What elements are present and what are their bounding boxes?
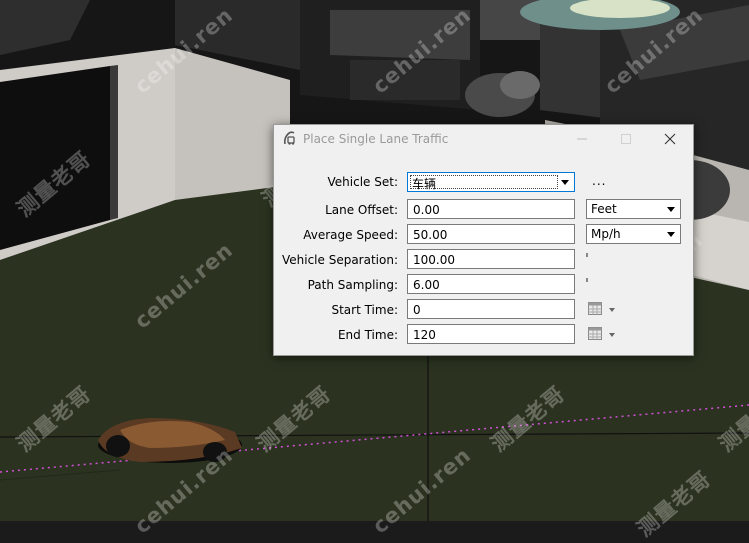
average-speed-unit-value: Mp/h (591, 227, 621, 241)
minimize-button[interactable] (562, 127, 602, 151)
lane-offset-input[interactable]: 0.00 (407, 199, 575, 219)
average-speed-input[interactable]: 50.00 (407, 224, 575, 244)
place-single-lane-traffic-dialog: Place Single Lane Traffic Vehicle Set: 车… (273, 124, 694, 356)
start-time-label: Start Time: (331, 303, 398, 317)
chevron-down-icon (561, 180, 569, 185)
calendar-icon[interactable] (588, 326, 602, 340)
title-bar[interactable]: Place Single Lane Traffic (274, 125, 693, 153)
lane-offset-label: Lane Offset: (325, 203, 398, 217)
path-sampling-label: Path Sampling: (307, 278, 398, 292)
end-time-input[interactable]: 120 (407, 324, 575, 344)
chevron-down-icon (667, 207, 675, 212)
separator-mark (586, 253, 588, 257)
close-button[interactable] (650, 127, 690, 151)
vehicle-set-label: Vehicle Set: (327, 175, 398, 189)
maximize-button[interactable] (606, 127, 646, 151)
focus-rect (410, 175, 558, 189)
lane-offset-unit-dropdown[interactable]: Feet (586, 199, 681, 219)
dialog-title: Place Single Lane Traffic (303, 132, 449, 146)
average-speed-unit-dropdown[interactable]: Mp/h (586, 224, 681, 244)
calendar-icon[interactable] (588, 301, 602, 315)
chevron-down-icon[interactable] (609, 308, 615, 312)
end-time-label: End Time: (337, 328, 398, 342)
traffic-lane-icon (284, 131, 295, 145)
path-sampling-input[interactable]: 6.00 (407, 274, 575, 294)
vehicle-separation-label: Vehicle Separation: (281, 253, 398, 267)
lane-offset-unit-value: Feet (591, 202, 617, 216)
average-speed-label: Average Speed: (303, 228, 398, 242)
separator-mark (586, 278, 588, 282)
building-window (0, 66, 110, 250)
vehicle-set-dropdown[interactable]: 车辆 (407, 172, 575, 192)
vehicle-separation-input[interactable]: 100.00 (407, 249, 575, 269)
start-time-input[interactable]: 0 (407, 299, 575, 319)
chevron-down-icon (667, 232, 675, 237)
chevron-down-icon[interactable] (609, 333, 615, 337)
vehicle-set-browse-button[interactable]: ... (592, 174, 606, 188)
